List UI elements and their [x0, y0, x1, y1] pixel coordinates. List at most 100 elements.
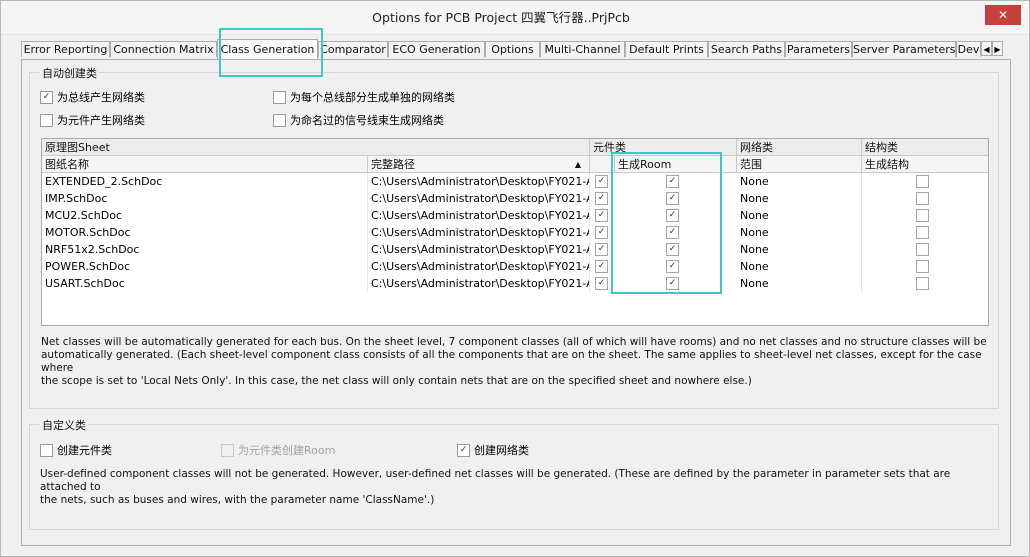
create-component-class-label: 创建元件类 [57, 444, 112, 457]
generate-structure-checkbox[interactable] [916, 209, 929, 222]
cell-full-path[interactable]: C:\Users\Administrator\Desktop\FY021-Alt… [368, 241, 590, 258]
auto-create-group-title: 自动创建类 [40, 65, 99, 81]
component-class-checkbox[interactable]: ✓ [595, 277, 608, 290]
component-class-checkbox[interactable]: ✓ [595, 226, 608, 239]
cell-full-path[interactable]: C:\Users\Administrator\Desktop\FY021-Alt… [368, 224, 590, 241]
generate-structure-checkbox[interactable] [916, 175, 929, 188]
cell-full-path[interactable]: C:\Users\Administrator\Desktop\FY021-Alt… [368, 173, 590, 190]
column-header-generate-room[interactable]: 生成Room [615, 156, 737, 173]
generate-structure-checkbox[interactable] [916, 243, 929, 256]
tab-options[interactable]: Options [485, 41, 540, 57]
custom-description-line: User-defined component classes will not … [40, 468, 951, 493]
generate-structure-checkbox[interactable] [916, 226, 929, 239]
component-class-checkbox[interactable]: ✓ [595, 192, 608, 205]
create-net-class-option[interactable]: ✓ 创建网络类 [457, 443, 529, 459]
cell-scope[interactable]: None [737, 224, 862, 241]
tab-multi-channel[interactable]: Multi-Channel [540, 41, 625, 57]
column-full-path-label: 完整路径 [371, 158, 415, 171]
arrow-right-icon: ▶ [994, 45, 1001, 54]
cell-scope[interactable]: None [737, 190, 862, 207]
create-room-checkbox [221, 443, 234, 457]
custom-description-line: the nets, such as buses and wires, with … [40, 494, 435, 506]
cell-scope[interactable]: None [737, 173, 862, 190]
tab-class-generation[interactable]: Class Generation [217, 39, 318, 59]
auto-description: Net classes will be automatically genera… [41, 336, 991, 388]
column-header-full-path[interactable]: 完整路径 ▲ [368, 156, 590, 173]
group-header-sheet: 原理图Sheet [42, 139, 590, 156]
custom-class-group-title: 自定义类 [40, 417, 88, 433]
component-class-checkbox[interactable]: ✓ [595, 260, 608, 273]
sheet-class-grid[interactable]: 原理图Sheet 元件类 网络类 结构类 图纸名称 完整路径 ▲ 生成Room … [41, 138, 989, 326]
cell-full-path[interactable]: C:\Users\Administrator\Desktop\FY021-Alt… [368, 190, 590, 207]
cell-full-path[interactable]: C:\Users\Administrator\Desktop\FY021-Alt… [368, 275, 590, 292]
generate-structure-checkbox[interactable] [916, 192, 929, 205]
tab-comparator[interactable]: Comparator [318, 41, 388, 57]
generate-room-checkbox[interactable]: ✓ [666, 260, 679, 273]
custom-class-group: 自定义类 创建元件类 为元件类创建Room ✓ 创建网络类 User-define… [29, 417, 999, 530]
named-harness-net-class-option[interactable]: 为命名过的信号线束生成网络类 [273, 113, 444, 129]
options-dialog: Options for PCB Project 四翼飞行器..PrjPcb ✕ … [0, 0, 1030, 557]
tab-parameters[interactable]: Parameters [785, 41, 852, 57]
cell-full-path[interactable]: C:\Users\Administrator\Desktop\FY021-Alt… [368, 258, 590, 275]
bus-section-net-class-option[interactable]: 为每个总线部分生成单独的网络类 [273, 90, 455, 106]
component-net-class-option[interactable]: 为元件产生网络类 [40, 113, 145, 129]
component-net-class-checkbox[interactable] [40, 113, 53, 127]
component-class-checkbox[interactable]: ✓ [595, 175, 608, 188]
tab-eco-generation[interactable]: ECO Generation [388, 41, 485, 57]
tab-content-panel: 自动创建类 ✓ 为总线产生网络类 为元件产生网络类 为每个总线部分生成单独的网络类… [21, 59, 1011, 546]
bus-net-class-label: 为总线产生网络类 [57, 91, 145, 104]
create-component-class-checkbox[interactable] [40, 443, 53, 457]
tab-error-reporting[interactable]: Error Reporting [21, 41, 110, 57]
component-class-checkbox[interactable]: ✓ [595, 243, 608, 256]
close-button[interactable]: ✕ [985, 5, 1021, 25]
create-net-class-label: 创建网络类 [474, 444, 529, 457]
column-header-component-class [590, 156, 615, 173]
tab-dev[interactable]: Dev [956, 41, 981, 57]
cell-sheet-name[interactable]: NRF51x2.SchDoc [42, 241, 368, 258]
column-header-scope[interactable]: 范围 [737, 156, 862, 173]
cell-sheet-name[interactable]: MCU2.SchDoc [42, 207, 368, 224]
cell-sheet-name[interactable]: USART.SchDoc [42, 275, 368, 292]
tab-connection-matrix[interactable]: Connection Matrix [110, 41, 217, 57]
tab-scroll-right-button[interactable]: ▶ [992, 41, 1003, 56]
bus-net-class-checkbox[interactable]: ✓ [40, 90, 53, 104]
create-room-label: 为元件类创建Room [238, 444, 336, 457]
generate-structure-checkbox[interactable] [916, 277, 929, 290]
close-icon: ✕ [997, 8, 1009, 22]
bus-section-net-class-checkbox[interactable] [273, 90, 286, 104]
cell-scope[interactable]: None [737, 241, 862, 258]
cell-scope[interactable]: None [737, 275, 862, 292]
generate-room-checkbox[interactable]: ✓ [666, 277, 679, 290]
create-net-class-checkbox[interactable]: ✓ [457, 443, 470, 457]
component-class-checkbox[interactable]: ✓ [595, 209, 608, 222]
generate-room-checkbox[interactable]: ✓ [666, 175, 679, 188]
component-net-class-label: 为元件产生网络类 [57, 114, 145, 127]
create-component-class-option[interactable]: 创建元件类 [40, 443, 112, 459]
named-harness-net-class-checkbox[interactable] [273, 113, 286, 127]
cell-scope[interactable]: None [737, 207, 862, 224]
window-title: Options for PCB Project 四翼飞行器..PrjPcb [372, 10, 630, 25]
title-bar: Options for PCB Project 四翼飞行器..PrjPcb ✕ [1, 1, 1029, 35]
tab-default-prints[interactable]: Default Prints [625, 41, 708, 57]
tab-strip: Error Reporting Connection Matrix Class … [21, 39, 1011, 59]
generate-room-checkbox[interactable]: ✓ [666, 209, 679, 222]
bus-net-class-option[interactable]: ✓ 为总线产生网络类 [40, 90, 145, 106]
column-header-generate-structure[interactable]: 生成结构 [862, 156, 988, 173]
cell-full-path[interactable]: C:\Users\Administrator\Desktop\FY021-Alt… [368, 207, 590, 224]
cell-sheet-name[interactable]: MOTOR.SchDoc [42, 224, 368, 241]
generate-room-checkbox[interactable]: ✓ [666, 192, 679, 205]
cell-sheet-name[interactable]: POWER.SchDoc [42, 258, 368, 275]
cell-sheet-name[interactable]: IMP.SchDoc [42, 190, 368, 207]
group-header-component: 元件类 [590, 139, 737, 156]
auto-description-line: automatically generated. (Each sheet-lev… [41, 349, 982, 374]
tab-server-parameters[interactable]: Server Parameters [852, 41, 956, 57]
tab-search-paths[interactable]: Search Paths [708, 41, 785, 57]
tab-scroll-left-button[interactable]: ◀ [981, 41, 992, 56]
generate-room-checkbox[interactable]: ✓ [666, 226, 679, 239]
cell-sheet-name[interactable]: EXTENDED_2.SchDoc [42, 173, 368, 190]
column-header-sheet-name[interactable]: 图纸名称 [42, 156, 368, 173]
generate-room-checkbox[interactable]: ✓ [666, 243, 679, 256]
cell-scope[interactable]: None [737, 258, 862, 275]
create-room-option: 为元件类创建Room [221, 443, 335, 459]
generate-structure-checkbox[interactable] [916, 260, 929, 273]
